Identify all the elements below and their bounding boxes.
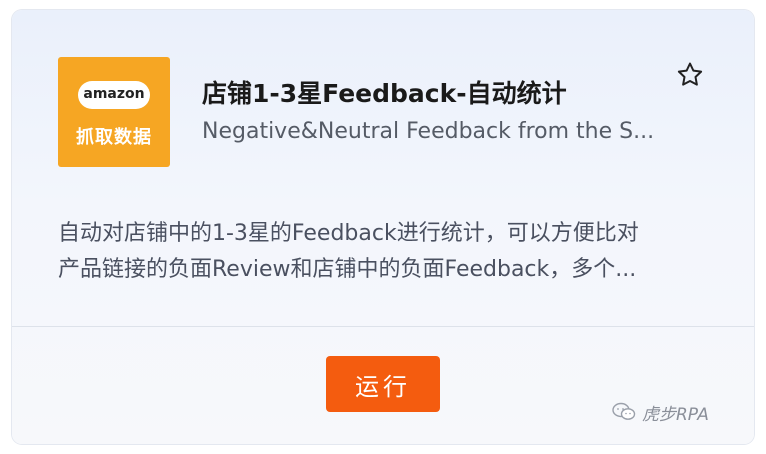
run-button[interactable]: 运行 <box>326 356 440 412</box>
amazon-logo-pill: amazon <box>78 81 150 109</box>
amazon-logo: amazon 抓取数据 <box>58 57 170 167</box>
workflow-card[interactable]: amazon 抓取数据 店铺1-3星Feedback-自动统计 Negative… <box>12 10 754 444</box>
watermark-text: 虎步RPA <box>642 404 709 425</box>
wechat-icon <box>612 402 636 420</box>
description-line-2: 产品链接的负面Review和店铺中的负面Feedback，多个... <box>58 257 637 282</box>
card-title: 店铺1-3星Feedback-自动统计 <box>202 79 567 108</box>
description-line-1: 自动对店铺中的1-3星的Feedback进行统计，可以方便比对 <box>58 221 639 246</box>
card-subtitle: Negative&Neutral Feedback from the S... <box>202 119 655 144</box>
watermark: 虎步RPA <box>612 400 709 425</box>
star-outline-icon[interactable] <box>675 60 705 90</box>
card-divider <box>12 326 754 327</box>
amazon-logo-brand: amazon <box>83 86 145 102</box>
amazon-logo-caption: 抓取数据 <box>76 127 152 148</box>
card-description: 自动对店铺中的1-3星的Feedback进行统计，可以方便比对 产品链接的负面R… <box>58 216 708 288</box>
